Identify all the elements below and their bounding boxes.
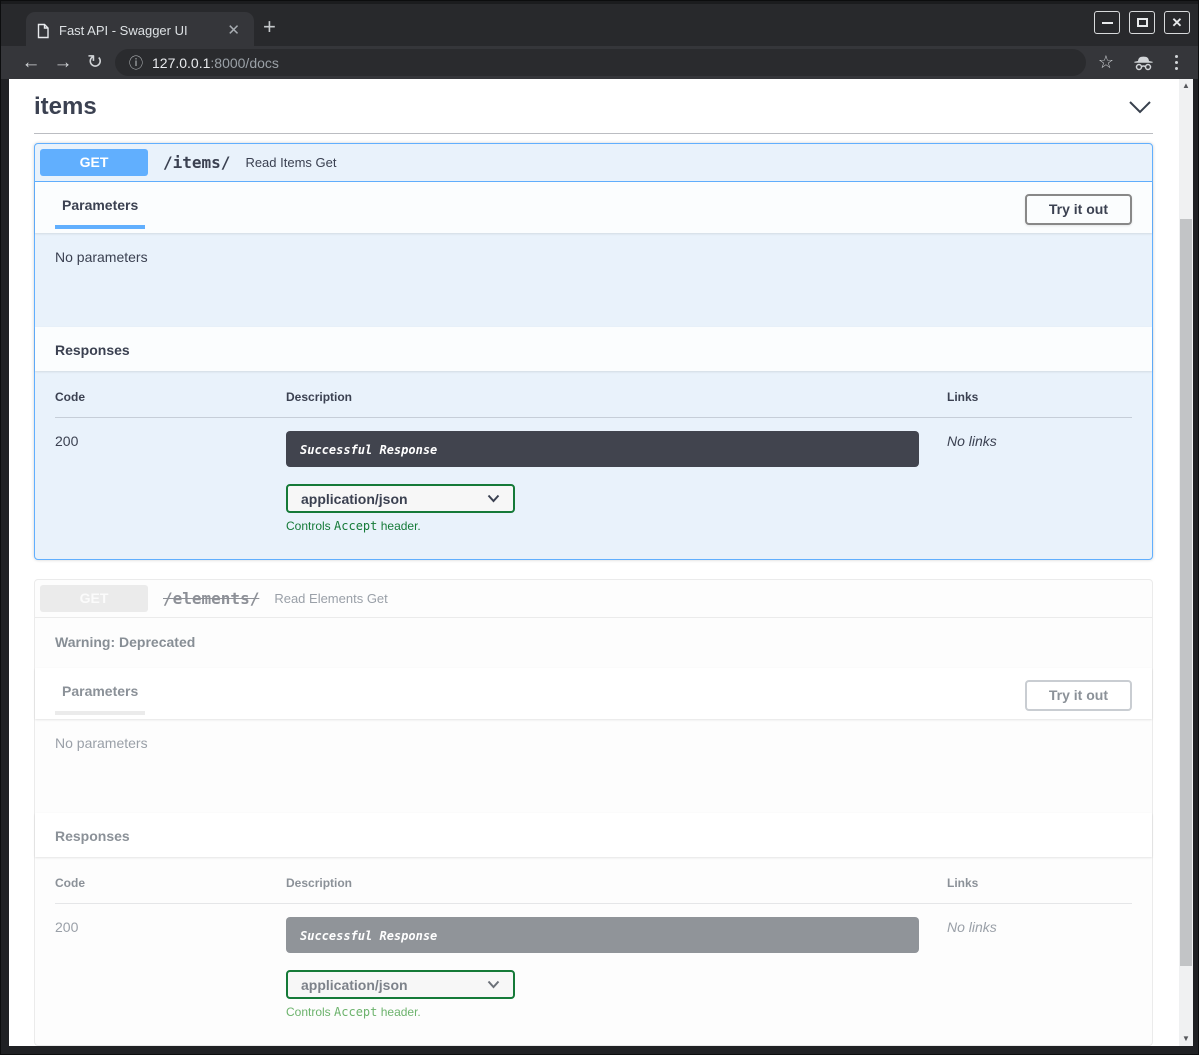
accept-header-note: Controls Accept header. <box>286 519 947 533</box>
column-code: Code <box>55 876 286 904</box>
response-description-box: Successful Response <box>286 917 919 953</box>
responses-table: Code Description Links 200 Successful Re… <box>35 857 1152 1045</box>
scroll-up-icon[interactable]: ▲ <box>1179 79 1193 93</box>
column-description: Description <box>286 390 947 418</box>
method-badge: GET <box>40 585 148 612</box>
parameters-tab: Parameters <box>55 678 145 715</box>
column-links: Links <box>947 876 1132 904</box>
select-chevron-icon <box>487 494 500 503</box>
bookmark-star-icon[interactable]: ☆ <box>1098 52 1114 73</box>
tab-title: Fast API - Swagger UI <box>59 23 214 38</box>
parameters-header: Parameters Try it out <box>35 182 1152 233</box>
tag-section-header[interactable]: items <box>34 88 1153 125</box>
scrollbar-thumb[interactable] <box>1180 219 1192 966</box>
reload-icon[interactable]: ↻ <box>79 53 111 72</box>
tab-close-icon[interactable]: ✕ <box>223 21 244 40</box>
tab-strip: Fast API - Swagger UI ✕ + ✕ <box>1 1 1198 46</box>
deprecated-warning: Warning: Deprecated <box>35 618 1152 668</box>
tag-divider <box>34 133 1153 134</box>
page-content: items GET /items/ Read Items Get Paramet… <box>9 79 1179 1046</box>
page-favicon-icon <box>36 23 50 39</box>
browser-tab[interactable]: Fast API - Swagger UI ✕ <box>26 12 254 49</box>
menu-kebab-icon[interactable] <box>1173 53 1180 72</box>
endpoint-path: /elements/ <box>163 589 259 608</box>
endpoint-summary: Read Items Get <box>245 155 336 170</box>
browser-window: Fast API - Swagger UI ✕ + ✕ ← → ↻ ⓘ 127.… <box>0 0 1199 1055</box>
forward-icon[interactable]: → <box>47 53 79 72</box>
scroll-down-icon[interactable]: ▼ <box>1179 1032 1193 1046</box>
opblock-get-items: GET /items/ Read Items Get Parameters Tr… <box>34 143 1153 560</box>
endpoint-summary: Read Elements Get <box>274 591 387 606</box>
parameters-header: Parameters Try it out <box>35 668 1152 719</box>
browser-toolbar: ← → ↻ ⓘ 127.0.0.1:8000/docs ☆ <box>1 46 1198 79</box>
incognito-icon <box>1133 55 1154 71</box>
no-parameters-text: No parameters <box>35 233 1152 327</box>
select-chevron-icon <box>487 980 500 989</box>
method-badge: GET <box>40 149 148 176</box>
try-it-out-button[interactable]: Try it out <box>1025 194 1132 225</box>
back-icon[interactable]: ← <box>15 53 47 72</box>
close-icon: ✕ <box>1172 16 1183 29</box>
maximize-button[interactable] <box>1129 11 1155 34</box>
minimize-button[interactable] <box>1094 11 1120 34</box>
opblock-summary[interactable]: GET /items/ Read Items Get <box>35 144 1152 182</box>
responses-header: Responses <box>35 813 1152 857</box>
no-parameters-text: No parameters <box>35 719 1152 813</box>
parameters-tab: Parameters <box>55 192 145 229</box>
column-links: Links <box>947 390 1132 418</box>
responses-table: Code Description Links 200 Successful Re… <box>35 371 1152 559</box>
response-description-box: Successful Response <box>286 431 919 467</box>
try-it-out-button[interactable]: Try it out <box>1025 680 1132 711</box>
tag-title: items <box>34 93 97 121</box>
media-type-select[interactable]: application/json <box>286 970 515 999</box>
close-button[interactable]: ✕ <box>1164 11 1190 34</box>
media-type-select[interactable]: application/json <box>286 484 515 513</box>
minimize-icon <box>1102 22 1113 24</box>
accept-header-note: Controls Accept header. <box>286 1005 947 1019</box>
new-tab-button[interactable]: + <box>263 16 276 38</box>
site-info-icon[interactable]: ⓘ <box>129 53 143 73</box>
opblock-summary[interactable]: GET /elements/ Read Elements Get <box>35 580 1152 618</box>
no-links-text: No links <box>947 418 1132 533</box>
opblock-get-elements-deprecated: GET /elements/ Read Elements Get Warning… <box>34 579 1153 1046</box>
endpoint-path: /items/ <box>163 153 230 172</box>
column-code: Code <box>55 390 286 418</box>
chevron-down-icon[interactable] <box>1127 97 1153 117</box>
responses-header: Responses <box>35 327 1152 371</box>
column-description: Description <box>286 876 947 904</box>
address-bar[interactable]: ⓘ 127.0.0.1:8000/docs <box>115 49 1086 76</box>
url-text: 127.0.0.1:8000/docs <box>152 55 279 71</box>
response-code: 200 <box>55 418 286 533</box>
maximize-icon <box>1137 18 1148 27</box>
scrollbar[interactable]: ▲ ▼ <box>1179 79 1193 1046</box>
no-links-text: No links <box>947 904 1132 1019</box>
response-code: 200 <box>55 904 286 1019</box>
